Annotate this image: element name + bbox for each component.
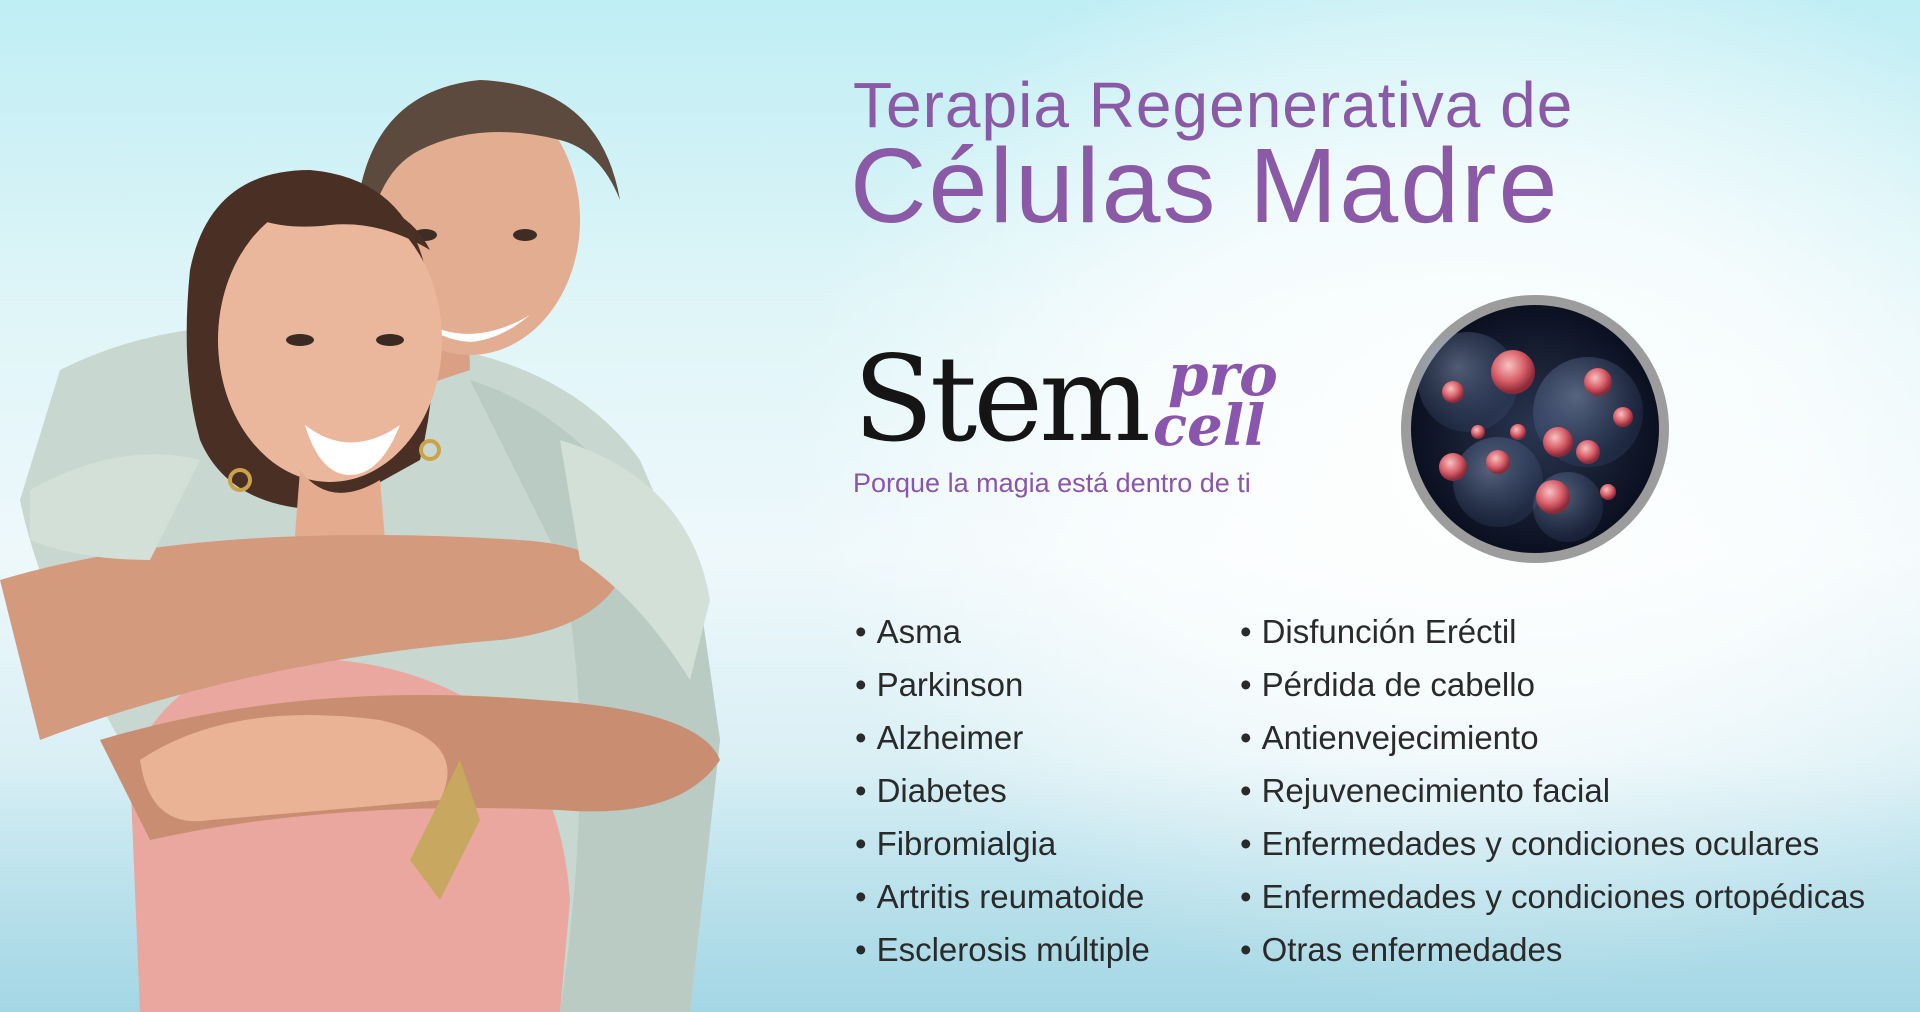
conditions-list-left: Asma Parkinson Alzheimer Diabetes Fibrom…: [855, 605, 1150, 976]
list-item: Diabetes: [855, 764, 1150, 817]
list-item: Esclerosis múltiple: [855, 923, 1150, 976]
list-item: Enfermedades y condiciones ortopédicas: [1240, 870, 1866, 923]
list-item: Artritis reumatoide: [855, 870, 1150, 923]
logo-wordmark: Stem: [853, 330, 1151, 468]
list-item: Asma: [855, 605, 1150, 658]
list-item: Fibromialgia: [855, 817, 1150, 870]
stem-cells-image: [1401, 295, 1669, 563]
list-item: Pérdida de cabello: [1240, 658, 1865, 711]
title-line-2: Células Madre: [850, 127, 1560, 245]
couple-photo: [0, 80, 720, 1012]
list-item: Disfunción Eréctil: [1240, 605, 1865, 658]
stem-cell-banner: Terapia Regenerativa de Células Madre St…: [0, 0, 1920, 1012]
list-item: Alzheimer: [855, 711, 1150, 764]
list-item: Enfermedades y condiciones oculares: [1240, 817, 1865, 870]
list-item: Otras enfermedades: [1240, 923, 1865, 976]
conditions-list-right: Disfunción Eréctil Pérdida de cabello An…: [1240, 605, 1866, 976]
logo-tagline: Porque la magia está dentro de ti: [853, 468, 1251, 498]
list-item: Rejuvenecimiento facial: [1240, 764, 1865, 817]
logo-cell: cell: [1153, 393, 1266, 459]
stemprocell-logo: Stem pro cell Porque la magia está dentr…: [853, 340, 1293, 510]
list-item: Parkinson: [855, 658, 1150, 711]
list-item: Antienvejecimiento: [1240, 711, 1865, 764]
